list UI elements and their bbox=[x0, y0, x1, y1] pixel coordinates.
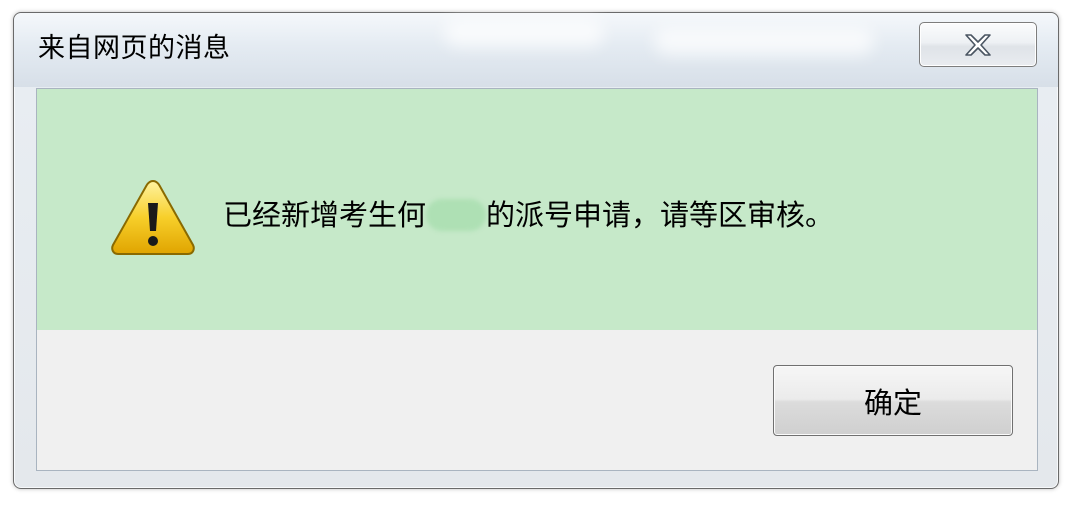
close-button[interactable] bbox=[919, 22, 1037, 67]
ok-button[interactable]: 确定 bbox=[773, 365, 1013, 436]
dialog-content: 已经新增考生何 的派号申请，请等区审核。 确定 bbox=[36, 88, 1038, 471]
message-suffix: 的派号申请，请等区审核。 bbox=[486, 198, 835, 232]
message-text: 已经新增考生何 的派号申请，请等区审核。 bbox=[223, 195, 834, 235]
close-x-icon bbox=[965, 33, 991, 56]
warning-triangle-icon bbox=[111, 179, 195, 255]
redacted-name bbox=[426, 199, 487, 231]
dialog-title: 来自网页的消息 bbox=[38, 33, 231, 64]
message-area: 已经新增考生何 的派号申请，请等区审核。 bbox=[37, 89, 1037, 330]
title-bar[interactable]: 来自网页的消息 bbox=[14, 13, 1058, 87]
message-prefix: 已经新增考生何 bbox=[223, 198, 427, 232]
message-dialog: 来自网页的消息 已经新增考生何 的派号申请，请等区审核。 确定 bbox=[13, 12, 1059, 489]
